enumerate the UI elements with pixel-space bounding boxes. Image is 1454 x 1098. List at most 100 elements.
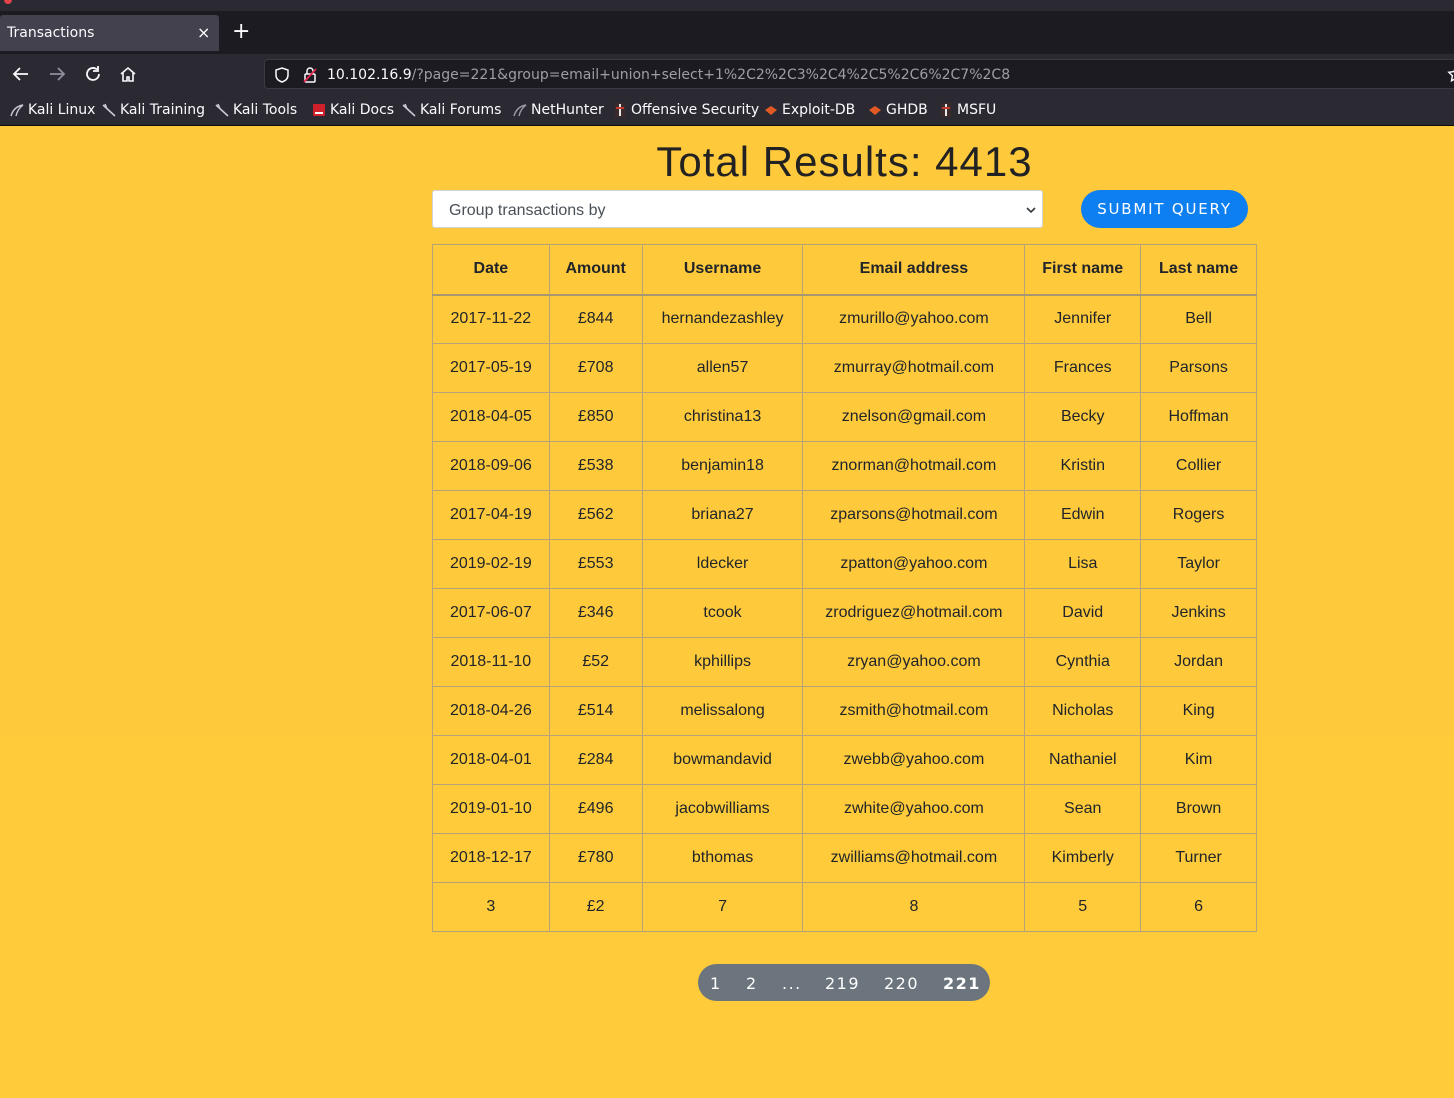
- page-link-221-current[interactable]: 221: [943, 974, 981, 993]
- cell-username: christina13: [641, 392, 804, 442]
- column-header-amount: Amount: [548, 244, 643, 296]
- table-body: 2017-11-22 £844 hernandezashley zmurillo@ya…: [432, 294, 1257, 932]
- cell-first-name: Lisa: [1024, 539, 1142, 589]
- bookmark-kali-training[interactable]: Kali Training: [102, 101, 205, 119]
- cell-username: 7: [641, 882, 804, 932]
- table-row: 2019-01-10 £496 jacobwilliams zwhite@yahoo.…: [432, 784, 1257, 834]
- cell-amount: £708: [548, 343, 643, 393]
- new-tab-icon[interactable]: +: [232, 21, 250, 43]
- transactions-table: Date Amount Username Email address First…: [432, 244, 1257, 932]
- bookmark-star-icon[interactable]: [1447, 65, 1454, 83]
- cell-email: 8: [802, 882, 1026, 932]
- cell-first-name: Jennifer: [1024, 294, 1142, 344]
- cell-amount: £538: [548, 441, 643, 491]
- forward-icon[interactable]: [47, 64, 67, 84]
- cell-last-name: Jordan: [1140, 637, 1257, 687]
- submit-query-button[interactable]: SUBMIT QUERY: [1081, 190, 1248, 228]
- table-row: 2018-04-05 £850 christina13 znelson@gmail.c…: [432, 392, 1257, 442]
- group-by-select[interactable]: Group transactions by: [432, 190, 1043, 228]
- cell-last-name: Kim: [1140, 735, 1257, 785]
- cell-first-name: Nathaniel: [1024, 735, 1142, 785]
- kali-dragon-icon: [10, 104, 24, 117]
- window-indicator-icon: [4, 0, 12, 4]
- cell-amount: £2: [548, 882, 643, 932]
- bookmark-kali-docs[interactable]: Kali Docs: [312, 101, 394, 119]
- cell-username: benjamin18: [641, 441, 804, 491]
- bookmark-nethunter[interactable]: NetHunter: [513, 101, 604, 119]
- group-by-select-value: Group transactions by: [449, 202, 606, 219]
- reload-icon[interactable]: [83, 64, 103, 84]
- cell-email: zparsons@hotmail.com: [802, 490, 1026, 540]
- bookmark-offensive-security[interactable]: Offensive Security: [613, 101, 759, 119]
- bookmark-kali-tools[interactable]: Kali Tools: [215, 101, 297, 119]
- cell-email: zwebb@yahoo.com: [802, 735, 1026, 785]
- exploit-db-icon: [765, 106, 777, 115]
- page-title: Total Results: 4413: [656, 138, 1033, 185]
- page-link-219[interactable]: 219: [825, 974, 860, 993]
- cell-first-name: Frances: [1024, 343, 1142, 393]
- url-bar[interactable]: 10.102.16.9/?page=221&group=email+union+…: [264, 59, 1454, 89]
- insecure-lock-icon[interactable]: [301, 66, 319, 84]
- cell-username: allen57: [641, 343, 804, 393]
- column-header-last-name: Last name: [1140, 244, 1257, 296]
- kali-docs-icon: [313, 104, 325, 116]
- cell-date: 2017-04-19: [432, 490, 550, 540]
- cell-first-name: Kimberly: [1024, 833, 1142, 883]
- tab-transactions[interactable]: Transactions ×: [0, 15, 219, 51]
- page-link-1[interactable]: 1: [710, 974, 722, 993]
- table-row: 2018-04-26 £514 melissalong zsmith@hotmail.…: [432, 686, 1257, 736]
- bookmark-exploit-db[interactable]: Exploit-DB: [764, 101, 855, 119]
- bookmark-kali-forums[interactable]: Kali Forums: [402, 101, 501, 119]
- chevron-down-icon: [1026, 207, 1036, 214]
- table-row: 3 £2 7 8 5 6: [432, 882, 1257, 932]
- bookmarks-toolbar: Kali Linux Kali Training Kali Tools Kali…: [0, 94, 1454, 126]
- home-icon[interactable]: [118, 64, 138, 84]
- bookmark-kali-linux[interactable]: Kali Linux: [10, 101, 95, 119]
- bookmark-ghdb[interactable]: GHDB: [868, 101, 928, 119]
- url-path: /?page=221&group=email+union+select+1%2C…: [411, 67, 1011, 83]
- cell-email: zsmith@hotmail.com: [802, 686, 1026, 736]
- cell-email: zmurillo@yahoo.com: [802, 294, 1026, 344]
- cell-amount: £52: [548, 637, 643, 687]
- cell-amount: £780: [548, 833, 643, 883]
- cell-first-name: 5: [1024, 882, 1142, 932]
- back-icon[interactable]: [11, 64, 31, 84]
- bookmark-label: GHDB: [886, 102, 928, 118]
- page-link-2[interactable]: 2: [746, 974, 758, 993]
- kali-dragon-icon: [402, 103, 416, 117]
- table-row: 2017-11-22 £844 hernandezashley zmurillo@ya…: [432, 294, 1257, 344]
- cell-username: bowmandavid: [641, 735, 804, 785]
- cell-username: bthomas: [641, 833, 804, 883]
- cell-username: jacobwilliams: [641, 784, 804, 834]
- cell-first-name: David: [1024, 588, 1142, 638]
- url-text[interactable]: 10.102.16.9/?page=221&group=email+union+…: [327, 67, 1010, 83]
- cell-email: zwilliams@hotmail.com: [802, 833, 1026, 883]
- cell-amount: £496: [548, 784, 643, 834]
- bookmark-label: Kali Docs: [330, 102, 395, 118]
- cell-date: 2018-04-26: [432, 686, 550, 736]
- page-content: Total Results: 4413 Group transactions b…: [0, 126, 1454, 1098]
- table-row: 2017-05-19 £708 allen57 zmurray@hotmail.com…: [432, 343, 1257, 393]
- window-titlebar: [0, 0, 1454, 11]
- offsec-icon: [615, 103, 625, 117]
- tab-close-icon[interactable]: ×: [197, 23, 210, 42]
- bookmark-label: Kali Linux: [28, 102, 96, 118]
- cell-last-name: Taylor: [1140, 539, 1257, 589]
- cell-amount: £514: [548, 686, 643, 736]
- cell-date: 2019-01-10: [432, 784, 550, 834]
- tracking-shield-icon[interactable]: [273, 66, 291, 84]
- cell-email: znelson@gmail.com: [802, 392, 1026, 442]
- cell-first-name: Becky: [1024, 392, 1142, 442]
- bookmark-msfu[interactable]: MSFU: [939, 101, 996, 119]
- cell-date: 2017-11-22: [432, 294, 550, 344]
- bookmark-label: Kali Forums: [420, 102, 502, 118]
- cell-amount: £844: [548, 294, 643, 344]
- cell-email: zryan@yahoo.com: [802, 637, 1026, 687]
- cell-amount: £346: [548, 588, 643, 638]
- cell-username: kphillips: [641, 637, 804, 687]
- table-row: 2019-02-19 £553 ldecker zpatton@yahoo.com Li…: [432, 539, 1257, 589]
- page-link-220[interactable]: 220: [884, 974, 919, 993]
- bookmark-label: Kali Training: [120, 102, 205, 118]
- cell-first-name: Edwin: [1024, 490, 1142, 540]
- pagination: 1 2 ... 219 220 221: [698, 964, 990, 1001]
